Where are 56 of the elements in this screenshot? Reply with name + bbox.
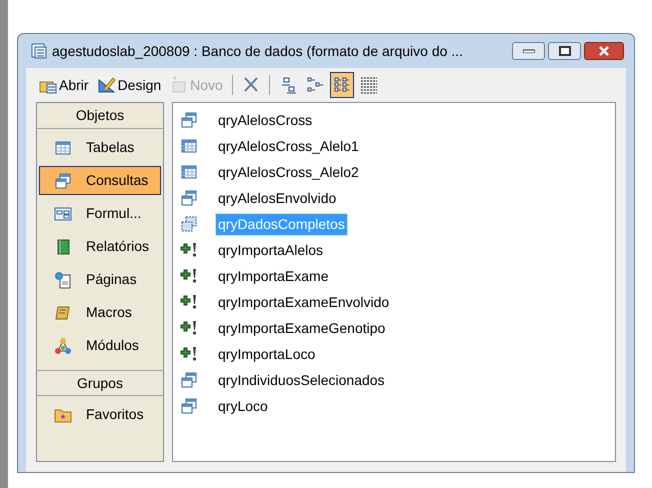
query-item[interactable]: qryAlelosEnvolvido xyxy=(216,188,338,208)
restore-icon xyxy=(558,46,570,56)
small-icons-view-icon xyxy=(306,76,324,94)
object-type-item[interactable]: Páginas xyxy=(39,265,161,294)
query-icon xyxy=(180,111,198,129)
delete-icon xyxy=(242,76,260,94)
grid-icon xyxy=(180,163,198,181)
query-icon xyxy=(180,397,198,415)
grid-icon xyxy=(180,137,198,155)
object-type-item[interactable]: Favoritos xyxy=(39,400,161,429)
query-icon xyxy=(54,172,72,190)
plus-exclamation-icon xyxy=(180,267,198,285)
close-button[interactable] xyxy=(584,42,624,60)
query-icon xyxy=(180,371,198,389)
minimize-icon xyxy=(522,49,534,53)
database-window-icon xyxy=(30,42,48,60)
union-query-icon xyxy=(180,215,198,233)
query-item[interactable]: qryAlelosCross xyxy=(216,110,314,130)
object-type-item[interactable]: Tabelas xyxy=(39,133,161,162)
close-icon xyxy=(598,46,610,56)
new-object-icon xyxy=(170,76,188,94)
object-type-item[interactable]: Macros xyxy=(39,298,161,327)
list-view-icon xyxy=(332,76,351,94)
scroll-icon xyxy=(54,304,72,322)
object-type-item[interactable]: Módulos xyxy=(39,331,161,360)
query-item[interactable]: qryImportaAlelos xyxy=(216,240,326,260)
object-type-item[interactable]: Relatórios xyxy=(39,232,161,261)
query-item[interactable]: qryIndividuosSelecionados xyxy=(216,370,387,390)
minimize-button[interactable] xyxy=(512,42,545,60)
section-header[interactable]: Grupos xyxy=(37,370,163,396)
query-item[interactable]: qryImportaExame xyxy=(216,266,330,286)
restore-button[interactable] xyxy=(548,42,581,60)
plus-exclamation-icon xyxy=(180,345,198,363)
form-icon xyxy=(54,204,72,222)
molecule-icon xyxy=(54,336,72,354)
query-item[interactable]: qryAlelosCross_Alelo1 xyxy=(216,136,361,156)
query-item[interactable]: qryImportaExameEnvolvido xyxy=(216,292,392,312)
section-header[interactable]: Objetos xyxy=(37,103,163,129)
plus-exclamation-icon xyxy=(180,241,198,259)
query-item[interactable]: qryAlelosCross_Alelo2 xyxy=(216,162,361,182)
plus-exclamation-icon xyxy=(180,293,198,311)
object-type-item[interactable]: Formul... xyxy=(39,199,161,228)
query-item[interactable]: qryImportaExameGenotipo xyxy=(216,318,388,338)
window-title: agestudoslab_200809 : Banco de dados (formato de arquivo do ... xyxy=(52,42,463,61)
object-type-item[interactable]: Consultas xyxy=(39,166,161,195)
open-button[interactable]: Abrir xyxy=(36,72,92,98)
plus-exclamation-icon xyxy=(180,319,198,337)
pencil-ruler-icon xyxy=(98,76,116,94)
design-button[interactable]: Design xyxy=(94,72,164,98)
query-icon xyxy=(180,189,198,207)
table-icon xyxy=(54,138,72,156)
query-item[interactable]: qryLoco xyxy=(216,396,270,416)
list-button[interactable] xyxy=(330,72,354,98)
globe-page-icon xyxy=(54,270,72,288)
query-item[interactable]: qryImportaLoco xyxy=(216,344,318,364)
details-view-icon xyxy=(360,76,378,94)
